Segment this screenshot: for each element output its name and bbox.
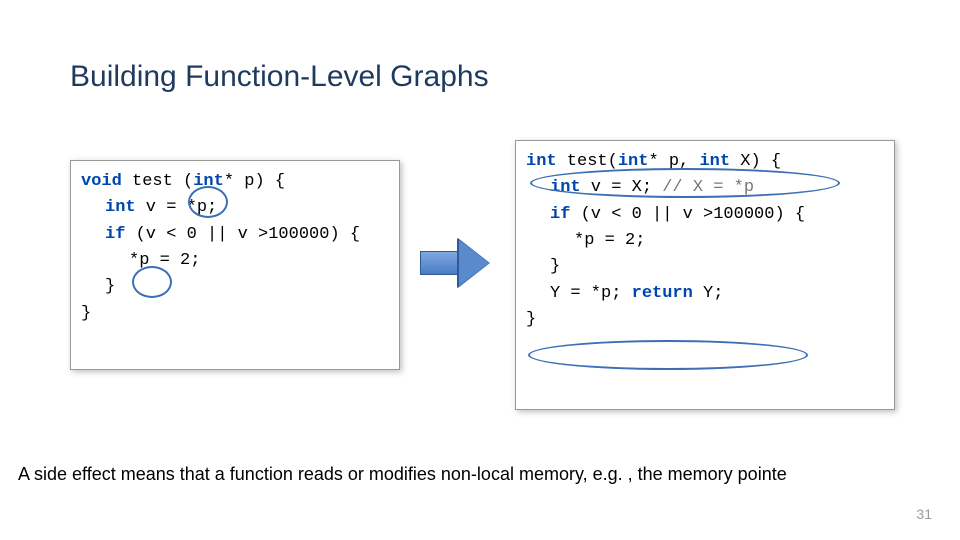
- code-line: int v = X; // X = *p: [526, 175, 884, 201]
- code-text: * p) {: [224, 172, 285, 191]
- code-text: test (: [122, 172, 193, 191]
- code-text: (v < 0 || v >100000) {: [125, 225, 360, 244]
- code-text: (v < 0 || v >100000) {: [570, 205, 805, 224]
- code-line: int v = *p;: [81, 195, 389, 221]
- code-text: X) {: [730, 152, 781, 171]
- kw-int: int: [699, 152, 730, 171]
- code-line: int test(int* p, int X) {: [526, 149, 884, 175]
- kw-return: return: [632, 284, 693, 303]
- arrow-right-icon: [420, 238, 500, 288]
- kw-int: int: [526, 152, 557, 171]
- code-line: if (v < 0 || v >100000) {: [526, 202, 884, 228]
- code-line: }: [526, 254, 884, 280]
- kw-if: if: [105, 225, 125, 244]
- code-line: }: [526, 307, 884, 333]
- code-text: Y = *p;: [550, 284, 632, 303]
- code-box-left: void test (int* p) { int v = *p; if (v <…: [70, 160, 400, 370]
- kw-int: int: [105, 198, 136, 217]
- kw-int: int: [193, 172, 224, 191]
- kw-void: void: [81, 172, 122, 191]
- code-line: *p = 2;: [526, 228, 884, 254]
- code-line: if (v < 0 || v >100000) {: [81, 222, 389, 248]
- code-text: Y;: [693, 284, 724, 303]
- page-number: 31: [916, 506, 932, 522]
- code-comment: // X = *p: [662, 178, 754, 197]
- slide-title: Building Function-Level Graphs: [70, 60, 489, 94]
- code-text: * p,: [648, 152, 699, 171]
- code-line: }: [81, 274, 389, 300]
- code-text: v = X;: [581, 178, 663, 197]
- code-line: }: [81, 301, 389, 327]
- kw-int: int: [618, 152, 649, 171]
- code-text: test(: [557, 152, 618, 171]
- footer-caption: A side effect means that a function read…: [18, 464, 787, 485]
- kw-int: int: [550, 178, 581, 197]
- code-text: v = *p;: [136, 198, 218, 217]
- kw-if: if: [550, 205, 570, 224]
- code-line: *p = 2;: [81, 248, 389, 274]
- code-box-right: int test(int* p, int X) { int v = X; // …: [515, 140, 895, 410]
- code-line: void test (int* p) {: [81, 169, 389, 195]
- code-line: Y = *p; return Y;: [526, 281, 884, 307]
